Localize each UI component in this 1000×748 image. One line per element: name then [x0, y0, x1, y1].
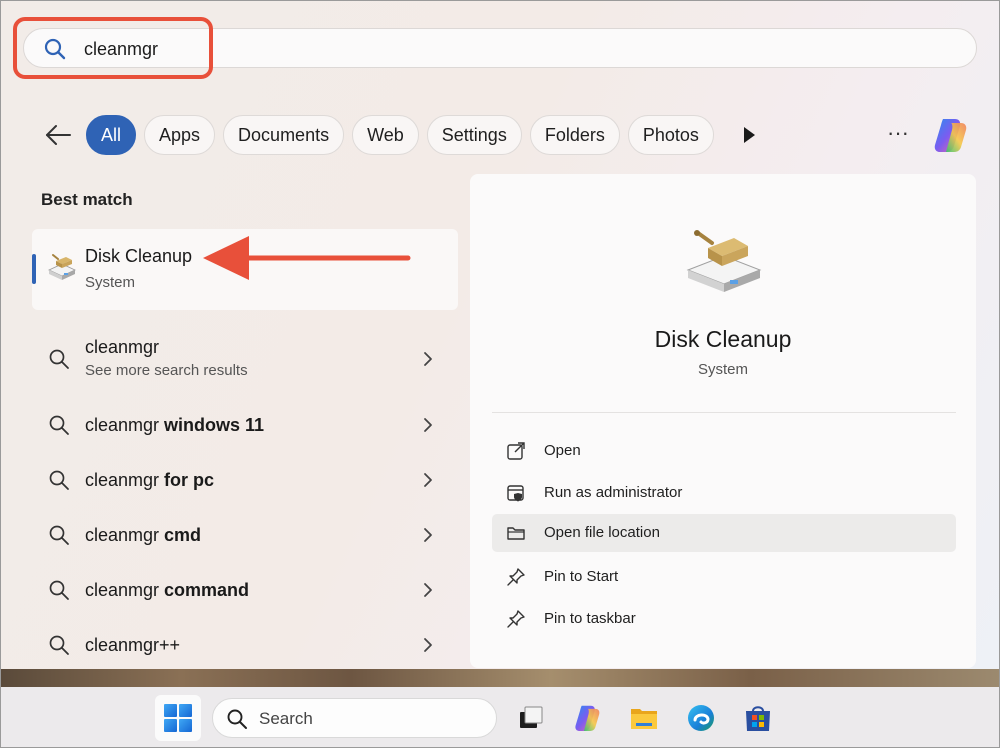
action-open-file-location[interactable]: Open file location — [492, 514, 956, 552]
result-item-command[interactable]: cleanmgr command — [32, 567, 458, 613]
result-text: cleanmgr++ — [85, 635, 181, 655]
copilot-taskbar-button[interactable] — [564, 695, 610, 741]
details-panel: Disk Cleanup System Open Run as administ… — [470, 174, 976, 668]
search-icon — [49, 470, 69, 490]
chip-photos[interactable]: Photos — [627, 115, 714, 155]
file-explorer-button[interactable] — [621, 695, 667, 741]
chip-documents[interactable]: Documents — [223, 115, 345, 155]
result-text: cleanmgr command — [85, 580, 250, 600]
file-explorer-icon — [631, 709, 657, 729]
filter-chips: All Apps Documents Web Settings Folders … — [86, 115, 714, 155]
search-icon — [49, 635, 69, 655]
pin-icon — [507, 568, 525, 586]
store-button[interactable] — [735, 695, 781, 741]
action-label: Open — [544, 442, 581, 459]
chevron-right-icon — [424, 638, 432, 652]
disk-cleanup-icon — [48, 254, 76, 280]
taskbar-search-box[interactable]: Search — [212, 698, 497, 738]
result-text: cleanmgr windows 11 — [85, 415, 265, 435]
search-panel: All Apps Documents Web Settings Folders … — [1, 1, 999, 669]
edge-button[interactable] — [678, 695, 724, 741]
action-label: Open file location — [544, 524, 660, 541]
action-pin-to-start[interactable]: Pin to Start — [492, 558, 956, 596]
result-item-cleanmgr-plus-plus[interactable]: cleanmgr++ — [32, 622, 458, 668]
highlight-callout-box — [13, 17, 213, 79]
action-label: Pin to taskbar — [544, 610, 636, 627]
taskbar-search-label: Search — [259, 709, 313, 728]
pin-icon — [507, 610, 525, 628]
result-item-for-pc[interactable]: cleanmgr for pc — [32, 457, 458, 503]
search-icon — [49, 349, 69, 369]
best-match-heading: Best match — [41, 190, 133, 209]
disk-cleanup-icon — [686, 230, 762, 292]
copilot-icon — [575, 705, 600, 731]
details-title: Disk Cleanup — [654, 326, 792, 352]
shield-admin-icon — [507, 485, 524, 502]
result-text: cleanmgr for pc — [85, 470, 215, 490]
task-view-icon — [520, 706, 543, 728]
best-match-title: Disk Cleanup — [85, 246, 193, 266]
chevron-right-icon — [424, 418, 432, 432]
edge-icon — [688, 705, 714, 731]
search-icon — [49, 525, 69, 545]
action-open[interactable]: Open — [492, 432, 956, 470]
chevron-right-icon — [424, 473, 432, 487]
divider — [492, 412, 956, 413]
result-subtitle: See more search results — [85, 362, 248, 379]
desktop-wallpaper — [1, 669, 999, 689]
result-text: cleanmgr — [85, 337, 160, 357]
chevron-right-icon — [424, 352, 432, 366]
result-text: cleanmgr cmd — [85, 525, 202, 545]
back-arrow-icon[interactable] — [43, 121, 73, 149]
open-external-icon — [507, 442, 525, 460]
chevron-right-icon — [424, 583, 432, 597]
start-icon — [164, 704, 192, 732]
result-item-see-more[interactable]: cleanmgr See more search results — [32, 331, 458, 387]
chip-all[interactable]: All — [86, 115, 137, 155]
copilot-icon[interactable] — [929, 115, 971, 155]
more-options-button[interactable]: ··· — [881, 119, 915, 151]
details-subtitle: System — [697, 361, 748, 378]
action-run-as-administrator[interactable]: Run as administrator — [492, 474, 956, 512]
search-icon — [49, 415, 69, 435]
start-button[interactable] — [155, 695, 201, 741]
action-label: Run as administrator — [544, 484, 683, 501]
chevron-right-icon — [424, 528, 432, 542]
chip-folders[interactable]: Folders — [529, 115, 620, 155]
taskbar: Search — [1, 687, 999, 747]
search-icon — [49, 580, 69, 600]
action-pin-to-taskbar[interactable]: Pin to taskbar — [492, 600, 956, 638]
action-label: Pin to Start — [544, 568, 619, 585]
scroll-filters-right-icon[interactable] — [741, 125, 757, 145]
chip-settings[interactable]: Settings — [426, 115, 522, 155]
chip-apps[interactable]: Apps — [144, 115, 216, 155]
result-item-windows-11[interactable]: cleanmgr windows 11 — [32, 402, 458, 448]
result-item-cmd[interactable]: cleanmgr cmd — [32, 512, 458, 558]
store-icon — [746, 706, 770, 731]
chip-web[interactable]: Web — [352, 115, 419, 155]
selection-indicator — [32, 254, 36, 284]
windows-start-search-screen: All Apps Documents Web Settings Folders … — [0, 0, 1000, 748]
best-match-subtitle: System — [85, 274, 136, 291]
search-icon — [227, 709, 247, 729]
task-view-button[interactable] — [507, 695, 553, 741]
folder-icon — [507, 527, 525, 540]
best-match-disk-cleanup[interactable]: Disk Cleanup System — [32, 229, 458, 310]
